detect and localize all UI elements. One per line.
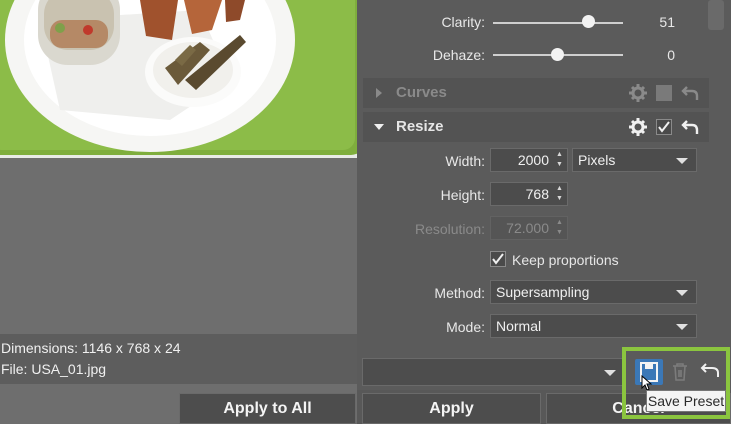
image-info-bar: Dimensions: 1146 x 768 x 24 File: USA_01…: [0, 334, 357, 384]
spin-up-icon: ▲: [556, 219, 563, 226]
resize-enable-checkbox[interactable]: [656, 119, 672, 135]
file-name-text: File: USA_01.jpg: [1, 361, 107, 377]
method-value: Supersampling: [496, 284, 590, 300]
save-preset-tooltip: Save Preset: [646, 390, 726, 412]
spin-up-icon[interactable]: ▲: [556, 151, 564, 159]
method-label: Method:: [434, 285, 485, 301]
resize-section-title: Resize: [396, 118, 444, 135]
reset-icon[interactable]: [681, 84, 699, 102]
checkmark-icon: [658, 121, 670, 133]
unit-dropdown[interactable]: Pixels: [572, 148, 697, 172]
settings-panel: Clarity: 51 Dehaze: 0 Curves Resize Widt…: [357, 0, 731, 390]
width-label: Width:: [445, 153, 485, 169]
mode-label: Mode:: [446, 319, 485, 335]
width-input[interactable]: 2000 ▲ ▼: [490, 148, 568, 172]
clarity-label: Clarity:: [441, 14, 485, 30]
food-photo-image: [0, 0, 357, 158]
panel-scrollbar[interactable]: [708, 0, 724, 30]
keep-proportions-label: Keep proportions: [512, 252, 619, 268]
dropdown-caret-icon: [676, 158, 688, 164]
gear-icon[interactable]: [629, 118, 647, 136]
spin-up-icon[interactable]: ▲: [556, 185, 564, 193]
spin-down-icon[interactable]: ▼: [556, 161, 564, 169]
resolution-label: Resolution:: [414, 221, 485, 237]
resolution-value: 72.000: [506, 220, 549, 236]
resolution-input[interactable]: 72.000 ▲ ▼: [490, 216, 568, 240]
apply-to-all-button[interactable]: Apply to All: [179, 393, 356, 424]
clarity-slider-thumb[interactable]: [582, 15, 595, 28]
mode-value: Normal: [496, 318, 542, 334]
preset-dropdown[interactable]: [362, 358, 625, 386]
dropdown-caret-icon: [604, 370, 616, 376]
dimensions-text: Dimensions: 1146 x 768 x 24: [1, 340, 181, 356]
width-value: 2000: [517, 152, 549, 168]
resize-section-header[interactable]: Resize: [363, 112, 709, 142]
gear-icon[interactable]: [629, 84, 647, 102]
unit-value: Pixels: [578, 152, 616, 168]
method-dropdown[interactable]: Supersampling: [490, 280, 697, 304]
chevron-down-icon[interactable]: [373, 123, 385, 131]
clarity-value: 51: [659, 14, 675, 30]
dehaze-label: Dehaze:: [432, 47, 485, 63]
height-value: 768: [525, 186, 549, 202]
keep-proportions-checkbox[interactable]: [490, 251, 506, 267]
apply-button[interactable]: Apply: [362, 393, 541, 424]
image-preview: Dimensions: 1146 x 768 x 24 File: USA_01…: [0, 0, 357, 424]
mode-dropdown[interactable]: Normal: [490, 314, 697, 338]
checkmark-icon: [492, 253, 504, 265]
dropdown-caret-icon: [676, 324, 688, 330]
preview-photo: [0, 0, 357, 158]
dropdown-caret-icon: [676, 290, 688, 296]
clarity-slider[interactable]: [493, 22, 623, 24]
curves-section-title: Curves: [396, 84, 447, 101]
curves-section-header[interactable]: Curves: [363, 78, 709, 108]
spin-down-icon[interactable]: ▼: [556, 195, 564, 203]
reset-icon[interactable]: [681, 118, 699, 136]
dehaze-value: 0: [667, 47, 675, 63]
dehaze-slider-thumb[interactable]: [551, 48, 564, 61]
chevron-right-icon[interactable]: [375, 87, 383, 99]
curves-enable-checkbox[interactable]: [656, 85, 672, 101]
height-input[interactable]: 768 ▲ ▼: [490, 182, 568, 206]
spin-down-icon: ▼: [556, 229, 563, 236]
height-label: Height:: [440, 187, 485, 203]
